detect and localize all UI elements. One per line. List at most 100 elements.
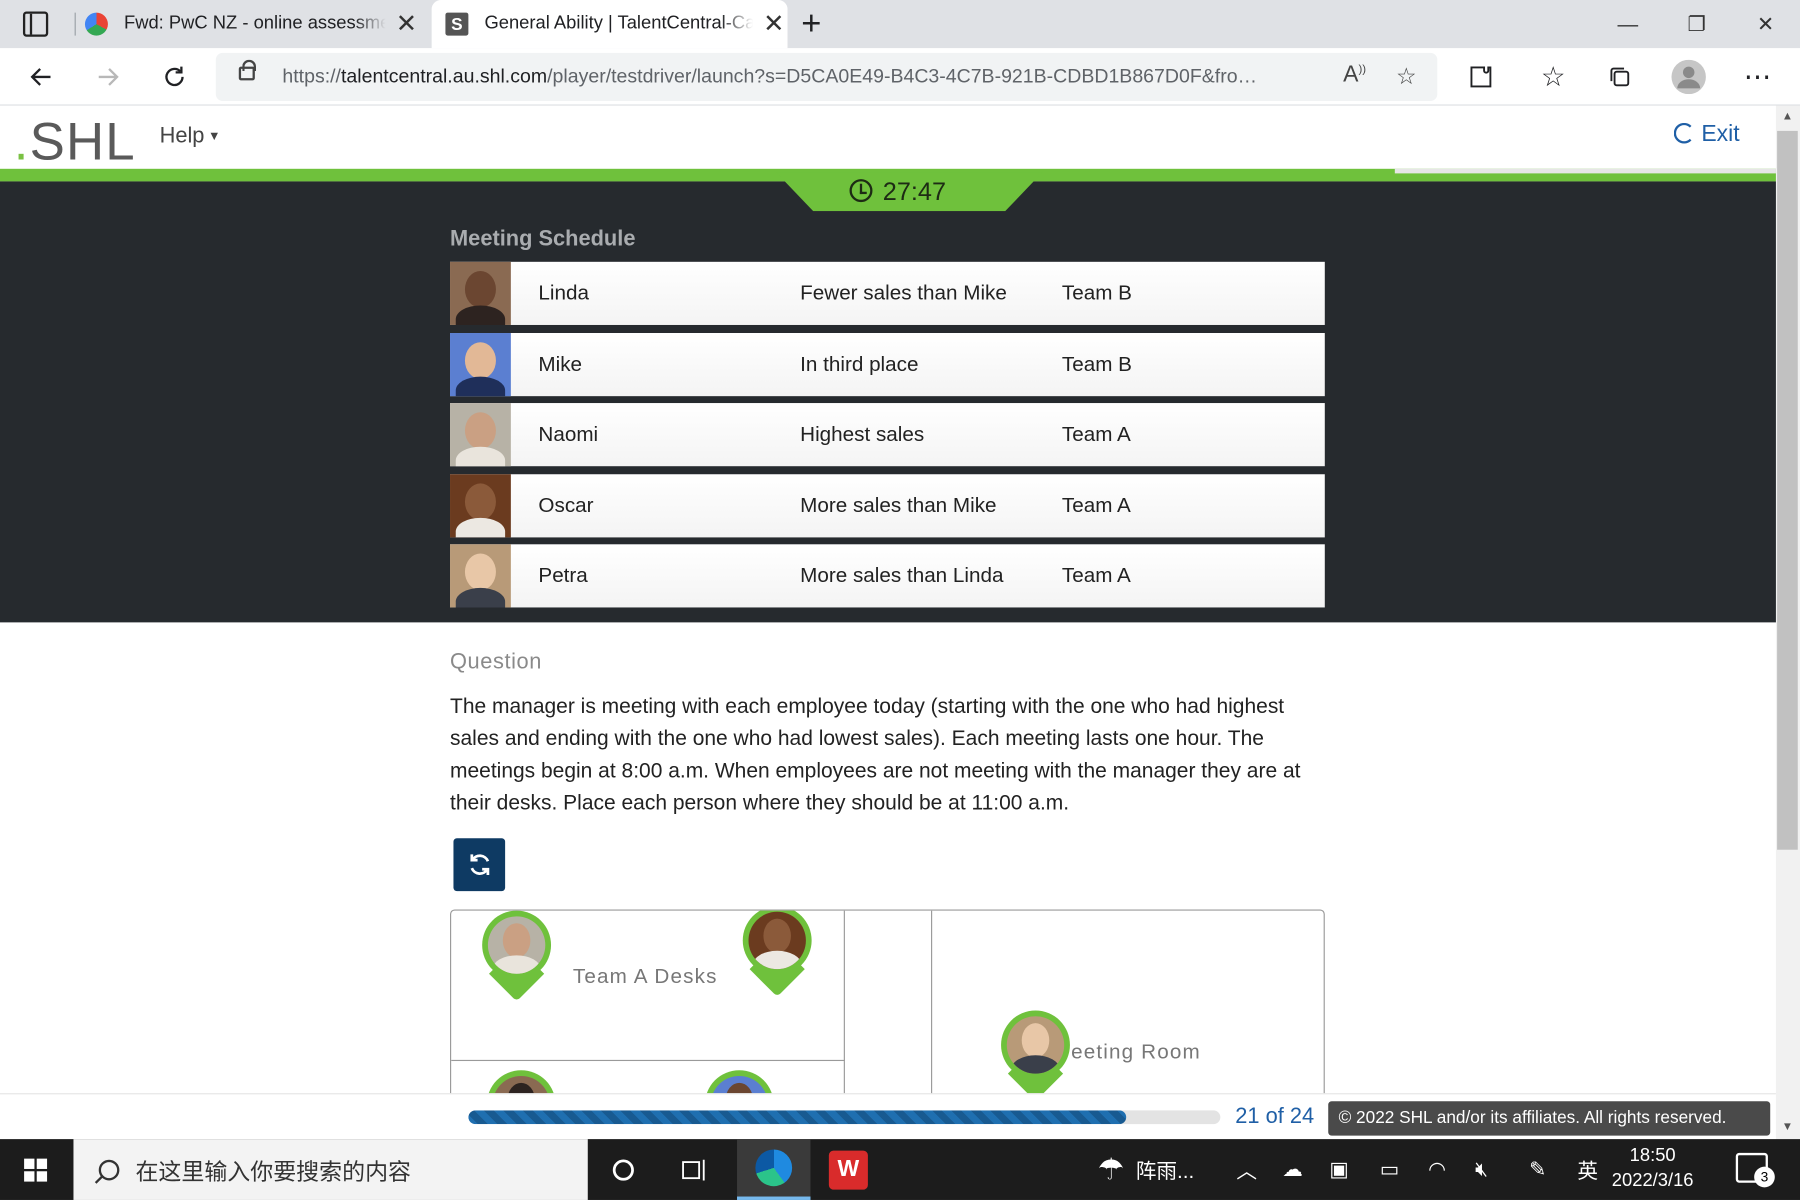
url-host: talentcentral.au.shl.com [340,65,548,88]
meeting-room-label: eeting Room [1071,1040,1201,1064]
schedule-row: Linda Fewer sales than Mike Team B [450,261,1325,325]
avatar-linda [450,261,511,325]
pin-oscar[interactable] [742,910,812,998]
logo-dot: . [13,111,30,172]
question-label: Question [450,649,542,675]
read-aloud-icon[interactable]: A)) [1343,62,1366,88]
restore-button[interactable]: ❐ [1662,0,1731,48]
pen-icon[interactable]: ✎ [1529,1139,1546,1200]
employee-status: More sales than Linda [800,563,1004,587]
windows-taskbar: 在这里输入你要搜索的内容 W ☂ 阵雨... ︿ ☁ ▣ ▭ ◠ 🔇︎ ✎ 英 1… [0,1139,1800,1200]
meeting-room-divider [931,910,933,1104]
tray-expand-icon[interactable]: ︿ [1236,1139,1257,1200]
help-menu[interactable]: Help ▼ [160,124,221,149]
timer: 27:47 [849,177,946,207]
avatar-mike [450,333,511,397]
clock-time: 18:50 [1629,1146,1676,1166]
umbrella-icon: ☂ [1097,1151,1125,1187]
schedule-row: Petra More sales than Linda Team A [450,544,1325,608]
address-bar[interactable]: https://talentcentral.au.shl.com/player/… [215,52,1438,102]
back-arrow-icon[interactable] [18,48,64,105]
scroll-down-icon[interactable]: ▼ [1782,1121,1793,1134]
schedule-row: Oscar More sales than Mike Team A [450,474,1325,538]
tab-actions-icon[interactable] [22,11,49,37]
url-prefix: https:// [282,65,341,88]
close-window-button[interactable]: ✕ [1731,0,1800,48]
scrollbar-thumb[interactable] [1777,130,1798,850]
wps-taskbar-icon[interactable]: W [812,1139,885,1200]
page-scrollbar[interactable]: ▲ ▼ [1775,105,1800,1140]
start-button[interactable] [0,1139,71,1200]
employee-team: Team A [1061,493,1131,517]
favorites-icon[interactable]: ☆ [1530,48,1576,105]
progress-fill [468,1110,1127,1125]
avatar-petra [450,544,511,608]
battery-icon[interactable]: ▭ [1380,1139,1400,1200]
shl-favicon-icon: S [445,12,469,36]
add-favorite-icon[interactable]: ☆ [1396,62,1417,91]
tab-talentcentral[interactable]: S General Ability | TalentCentral-Candid… [431,0,788,49]
extensions-icon[interactable] [1458,48,1504,105]
security-icon[interactable]: ▣ [1329,1139,1349,1200]
tab-close-icon[interactable]: ✕ [760,9,788,39]
exit-icon [1673,122,1695,144]
weather-widget[interactable]: ☂ 阵雨... [1097,1139,1194,1200]
system-clock[interactable]: 18:50 2022/3/16 [1612,1144,1694,1195]
schedule-row: Naomi Highest sales Team A [450,403,1325,467]
search-placeholder: 在这里输入你要搜索的内容 [135,1159,411,1186]
tab-gmail[interactable]: Fwd: PwC NZ - online assessment ✕ [84,0,421,48]
scroll-up-icon[interactable]: ▲ [1782,110,1793,123]
clock-icon [849,179,873,203]
schedule-row: Mike In third place Team B [450,333,1325,397]
tab-separator [74,12,76,36]
reset-button[interactable] [453,838,506,892]
employee-team: Team A [1061,563,1131,587]
search-icon [98,1159,120,1180]
notification-center-icon[interactable]: 3 [1735,1152,1775,1188]
progress-bar [468,1110,1221,1125]
profile-avatar-icon[interactable] [1666,48,1712,105]
refresh-icon [469,854,489,876]
copyright-notice: © 2022 SHL and/or its affiliates. All ri… [1328,1101,1771,1136]
collections-icon[interactable] [1597,48,1643,105]
employee-name: Mike [538,352,583,376]
edge-taskbar-icon[interactable] [737,1139,811,1200]
url-text[interactable]: https://talentcentral.au.shl.com/player/… [282,65,1315,88]
browser-tab-strip: Fwd: PwC NZ - online assessment ✕ S Gene… [0,0,1800,49]
employee-team: Team B [1061,352,1132,376]
progress-text: 21 of 24 [1235,1104,1315,1129]
ime-indicator[interactable]: 英 [1577,1139,1598,1200]
minimize-button[interactable]: — [1593,0,1662,48]
task-view-icon[interactable] [659,1139,730,1200]
avatar-naomi [450,403,511,467]
employee-status: More sales than Mike [800,493,997,517]
exit-button[interactable]: Exit [1673,122,1740,148]
more-menu-icon[interactable]: ⋯ [1735,48,1781,105]
browser-toolbar: https://talentcentral.au.shl.com/player/… [0,48,1800,106]
help-label: Help [159,124,205,149]
wifi-icon[interactable]: ◠ [1428,1139,1446,1200]
volume-muted-icon[interactable]: 🔇︎ [1475,1139,1488,1200]
employee-team: Team A [1061,422,1131,446]
employee-name: Linda [538,281,589,305]
tab-close-icon[interactable]: ✕ [393,9,421,39]
tab-title: Fwd: PwC NZ - online assessment [123,13,386,34]
avatar-oscar [450,474,511,538]
pin-naomi[interactable] [482,910,552,1003]
windows-logo-icon [24,1158,48,1182]
schedule-title: Meeting Schedule [450,227,636,252]
employee-name: Oscar [538,493,594,517]
url-path: /player/testdriver/launch?s=D5CA0E49-B4C… [547,65,1258,88]
shl-logo: .SHL [14,110,136,172]
cortana-icon[interactable] [588,1139,659,1200]
employee-status: Highest sales [800,422,925,446]
new-tab-button[interactable]: + [801,5,821,44]
assessment-footer: 21 of 24 © 2022 SHL and/or its affiliate… [0,1093,1776,1140]
onedrive-icon[interactable]: ☁ [1282,1139,1303,1200]
caret-down-icon: ▼ [204,129,221,144]
team-a-desks-label: Team A Desks [572,964,718,988]
taskbar-search[interactable]: 在这里输入你要搜索的内容 [73,1139,588,1200]
refresh-icon[interactable] [152,48,198,105]
pin-petra[interactable] [1001,1010,1070,1103]
forward-arrow-icon[interactable] [85,48,131,105]
